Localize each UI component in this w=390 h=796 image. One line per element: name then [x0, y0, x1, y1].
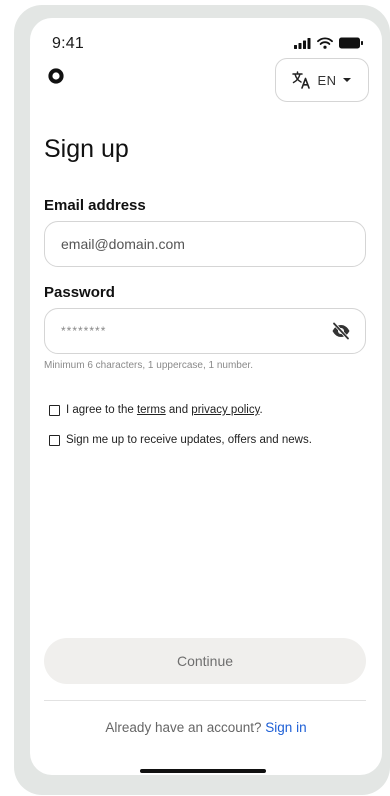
- newsletter-checkbox[interactable]: [49, 434, 60, 446]
- terms-checkbox-row[interactable]: I agree to the terms and privacy policy.: [49, 404, 263, 416]
- eye-off-icon[interactable]: [331, 322, 351, 340]
- terms-checkbox[interactable]: [49, 404, 60, 416]
- divider: [44, 700, 366, 701]
- signal-icon: [294, 37, 311, 49]
- continue-button[interactable]: Continue: [44, 638, 366, 684]
- language-code: EN: [317, 72, 337, 88]
- password-label: Password: [44, 284, 115, 301]
- password-value: ********: [61, 324, 107, 338]
- continue-label: Continue: [176, 653, 234, 669]
- terms-prefix: I agree to the: [66, 404, 137, 416]
- signin-prompt-text: Already have an account?: [105, 720, 262, 735]
- email-value: email@domain.com: [61, 236, 185, 252]
- battery-icon: [339, 37, 363, 49]
- translate-icon: [292, 71, 311, 89]
- signin-link[interactable]: Sign in: [265, 720, 306, 735]
- app-logo: [48, 68, 64, 84]
- newsletter-checkbox-row[interactable]: Sign me up to receive updates, offers an…: [49, 434, 312, 446]
- status-time: 9:41: [52, 35, 84, 52]
- home-indicator[interactable]: [140, 769, 266, 773]
- page-title: Sign up: [44, 135, 129, 163]
- chevron-down-icon: [342, 78, 351, 82]
- terms-text: I agree to the terms and privacy policy.: [66, 404, 263, 416]
- wifi-icon: [317, 37, 333, 49]
- password-hint: Minimum 6 characters, 1 uppercase, 1 num…: [44, 360, 253, 371]
- terms-middle: and: [165, 404, 192, 416]
- signin-prompt: Already have an account? Sign in: [30, 720, 382, 735]
- phone-screen: 9:41 EN Sign up Email address email@doma…: [30, 18, 382, 775]
- language-selector[interactable]: EN: [275, 58, 369, 102]
- terms-suffix: .: [259, 404, 263, 416]
- email-label: Email address: [44, 197, 146, 214]
- status-icons: [294, 37, 364, 49]
- terms-link[interactable]: terms: [137, 404, 166, 416]
- newsletter-text: Sign me up to receive updates, offers an…: [66, 434, 312, 446]
- privacy-policy-link[interactable]: privacy policy: [191, 404, 259, 416]
- password-field[interactable]: ********: [44, 308, 366, 354]
- email-field[interactable]: email@domain.com: [44, 221, 366, 267]
